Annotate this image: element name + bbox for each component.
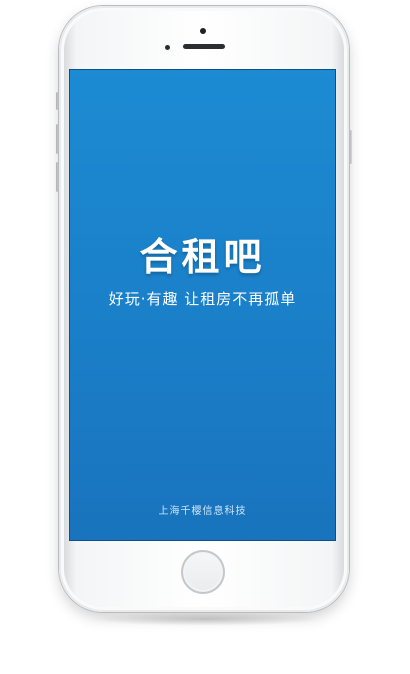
floor-shadow [90,612,320,626]
app-tagline: 好玩·有趣 让租房不再孤单 [108,290,297,308]
speaker-icon [183,44,225,49]
device-stage: 合租吧 好玩·有趣 让租房不再孤单 上海千樱信息科技 [0,0,410,674]
home-button-icon[interactable] [181,550,225,594]
app-logo-text: 合租吧 [139,235,266,279]
splash-screen[interactable]: 合租吧 好玩·有趣 让租房不再孤单 上海千樱信息科技 [70,70,335,540]
proximity-sensor-icon [165,45,170,50]
front-camera-icon [200,28,206,34]
company-name: 上海千樱信息科技 [158,506,247,517]
power-button [349,130,352,164]
